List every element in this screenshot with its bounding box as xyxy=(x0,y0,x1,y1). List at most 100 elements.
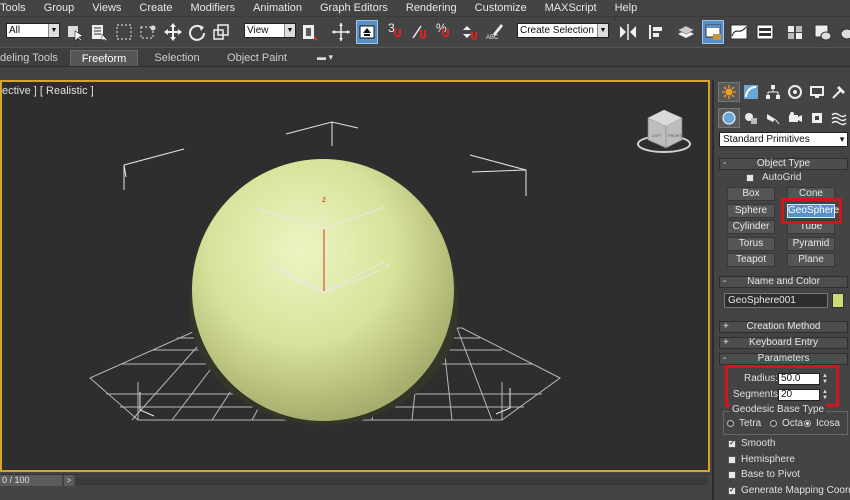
radius-spinner[interactable]: 50.0 xyxy=(778,373,820,385)
manipulate-icon xyxy=(332,23,350,41)
mirror-button[interactable] xyxy=(617,20,639,44)
material-editor-button[interactable] xyxy=(784,20,806,44)
next-frame-button[interactable]: > xyxy=(64,475,74,486)
category-geometry[interactable] xyxy=(718,108,740,128)
align-button[interactable] xyxy=(645,20,667,44)
segments-spinner[interactable]: 20 xyxy=(778,389,820,401)
snaps-toggle-button[interactable]: 3 xyxy=(386,20,408,44)
tube-button[interactable]: Tube xyxy=(787,220,835,234)
render-setup-button[interactable] xyxy=(812,20,834,44)
tab-object-paint[interactable]: Object Paint xyxy=(222,50,292,66)
menu-graph-editors[interactable]: Graph Editors xyxy=(311,0,397,16)
teapot-icon xyxy=(840,28,850,40)
window-crossing-button[interactable] xyxy=(137,20,159,44)
menu-help[interactable]: Help xyxy=(606,0,647,16)
rotate-button[interactable] xyxy=(186,20,208,44)
select-cursor-icon xyxy=(68,26,84,42)
frame-counter[interactable]: 0 / 100 xyxy=(0,475,62,486)
keyboard-shortcut-override-button[interactable] xyxy=(356,20,378,44)
plane-button[interactable]: Plane xyxy=(787,253,835,267)
select-object-button[interactable] xyxy=(64,20,86,44)
reference-coordinate-dropdown[interactable]: View ▼ xyxy=(244,23,296,38)
menu-group[interactable]: Group xyxy=(35,0,84,16)
menu-maxscript[interactable]: MAXScript xyxy=(536,0,606,16)
box-button[interactable]: Box xyxy=(727,187,775,201)
tab-display[interactable] xyxy=(806,82,828,102)
scale-icon xyxy=(213,24,229,40)
tab-hierarchy[interactable] xyxy=(762,82,784,102)
tab-freeform[interactable]: Freeform xyxy=(70,50,138,66)
cone-button[interactable]: Cone xyxy=(787,187,835,201)
tab-utilities[interactable] xyxy=(828,82,850,102)
menu-customize[interactable]: Customize xyxy=(466,0,536,16)
selection-filter-dropdown[interactable]: All ▼ xyxy=(6,23,60,38)
window-crossing-icon xyxy=(140,25,156,39)
align-icon xyxy=(649,25,662,39)
percent-snap-button[interactable]: % xyxy=(434,20,456,44)
tab-create[interactable] xyxy=(718,82,740,102)
category-lights[interactable] xyxy=(762,108,784,128)
move-arrows-icon xyxy=(164,23,182,41)
smooth-checkbox[interactable] xyxy=(728,438,736,448)
ribbon-options-icon[interactable]: ▬ ▾ xyxy=(317,52,333,63)
menu-tools[interactable]: Tools xyxy=(0,0,35,16)
motion-icon xyxy=(788,85,802,99)
scene-explorer-button[interactable] xyxy=(702,20,724,44)
torus-button[interactable]: Torus xyxy=(727,237,775,251)
rectangular-selection-button[interactable] xyxy=(113,20,135,44)
rollout-creation-method[interactable]: + Creation Method xyxy=(719,321,848,333)
pyramid-button[interactable]: Pyramid xyxy=(787,237,835,251)
tab-motion[interactable] xyxy=(784,82,806,102)
named-selection-dropdown[interactable]: Create Selection Se ▼ xyxy=(517,23,609,38)
teapot-button[interactable]: Teapot xyxy=(727,253,775,267)
geosphere-button[interactable]: GeoSphere xyxy=(787,204,839,218)
pivot-center-button[interactable] xyxy=(298,20,320,44)
spinner-snap-button[interactable] xyxy=(458,20,480,44)
radius-spinner-arrows[interactable]: ▲ ▼ xyxy=(821,373,829,385)
perspective-viewport[interactable]: ective ] [ Realistic ] z y x LEFT FRONT xyxy=(0,80,710,472)
menu-create[interactable]: Create xyxy=(130,0,181,16)
curve-editor-button[interactable] xyxy=(728,20,750,44)
hemisphere-checkbox[interactable] xyxy=(728,456,736,464)
category-cameras[interactable] xyxy=(784,108,806,128)
tab-modeling-tools[interactable]: deling Tools xyxy=(0,50,58,66)
rollout-object-type[interactable]: - Object Type xyxy=(719,158,848,170)
rollout-name-and-color[interactable]: - Name and Color xyxy=(719,276,848,288)
edit-named-selection-button[interactable]: ABC xyxy=(484,20,506,44)
select-by-name-button[interactable] xyxy=(88,20,110,44)
viewcube[interactable] xyxy=(637,109,691,153)
rollout-parameters[interactable]: - Parameters xyxy=(719,353,848,365)
menu-animation[interactable]: Animation xyxy=(244,0,311,16)
menu-rendering[interactable]: Rendering xyxy=(397,0,466,16)
category-shapes[interactable] xyxy=(740,108,762,128)
radio-tetra[interactable] xyxy=(727,420,734,427)
category-space-warps[interactable] xyxy=(828,108,850,128)
tab-selection[interactable]: Selection xyxy=(146,50,208,66)
menu-views[interactable]: Views xyxy=(83,0,130,16)
rendered-frame-window-button[interactable] xyxy=(836,20,850,44)
segments-spinner-arrows[interactable]: ▲ ▼ xyxy=(821,389,829,401)
cylinder-button[interactable]: Cylinder xyxy=(727,220,775,234)
radio-octa[interactable] xyxy=(770,420,777,427)
menu-modifiers[interactable]: Modifiers xyxy=(181,0,244,16)
object-name-field[interactable]: GeoSphere001 xyxy=(724,293,828,308)
layer-manager-button[interactable] xyxy=(675,20,697,44)
schematic-view-button[interactable] xyxy=(754,20,776,44)
base-to-pivot-checkbox[interactable] xyxy=(728,471,736,479)
category-helpers[interactable] xyxy=(806,108,828,128)
autogrid-checkbox[interactable] xyxy=(746,174,754,182)
sphere-button[interactable]: Sphere xyxy=(727,204,775,218)
scale-button[interactable] xyxy=(210,20,232,44)
object-color-swatch[interactable] xyxy=(832,293,844,308)
tab-modify[interactable] xyxy=(740,82,762,102)
angle-snap-button[interactable] xyxy=(410,20,432,44)
hemisphere-label: Hemisphere xyxy=(741,454,795,465)
move-button[interactable] xyxy=(162,20,184,44)
time-slider-track[interactable] xyxy=(76,477,708,485)
generate-mapping-coords-checkbox[interactable] xyxy=(728,485,736,495)
select-and-manipulate-button[interactable] xyxy=(330,20,352,44)
primitive-category-dropdown[interactable]: Standard Primitives ▼ xyxy=(719,132,848,147)
edit-selection-icon: ABC xyxy=(486,24,503,41)
rollout-keyboard-entry[interactable]: + Keyboard Entry xyxy=(719,337,848,349)
radio-icosa[interactable] xyxy=(804,420,811,427)
